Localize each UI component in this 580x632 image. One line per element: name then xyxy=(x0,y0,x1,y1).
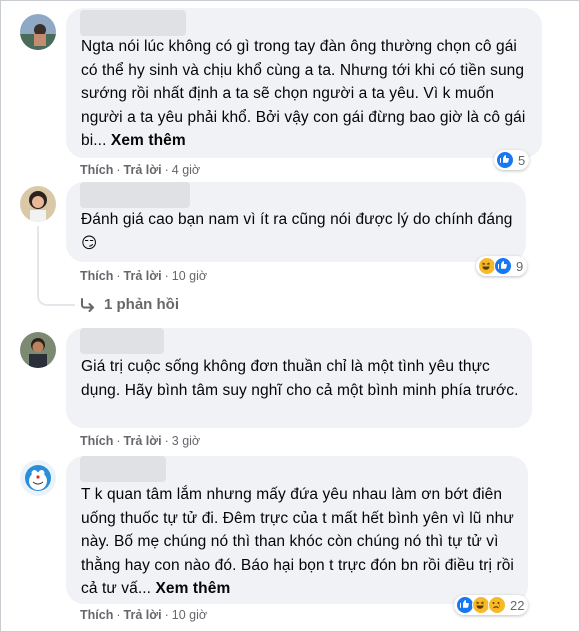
timestamp[interactable]: 4 giờ xyxy=(172,163,200,177)
comment-actions: Thích · Trả lời · 10 giờ xyxy=(80,269,208,283)
like-icon xyxy=(494,257,512,275)
author-name-hidden[interactable] xyxy=(80,456,166,482)
thread-line xyxy=(37,290,75,306)
comment-actions: Thích · Trả lời · 10 giờ xyxy=(80,608,208,622)
sad-icon xyxy=(488,596,506,614)
author-name-hidden[interactable] xyxy=(80,10,186,36)
comment-actions: Thích · Trả lời · 4 giờ xyxy=(80,163,201,177)
reaction-summary[interactable]: 22 xyxy=(454,595,529,615)
avatar[interactable] xyxy=(20,186,56,222)
timestamp[interactable]: 10 giờ xyxy=(172,608,207,622)
avatar[interactable] xyxy=(20,332,56,368)
reply-button[interactable]: Trả lời xyxy=(124,608,162,622)
like-icon xyxy=(496,151,514,169)
author-name-hidden[interactable] xyxy=(80,182,190,208)
avatar[interactable] xyxy=(20,460,56,496)
comment-text: T k quan tâm lắm nhưng mấy đứa yêu nhau … xyxy=(81,483,521,601)
timestamp[interactable]: 10 giờ xyxy=(172,269,207,283)
comment-body: Đánh giá cao bạn nam vì ít ra cũng nói đ… xyxy=(81,211,513,228)
reaction-count: 5 xyxy=(518,152,526,168)
like-button[interactable]: Thích xyxy=(80,269,113,283)
like-button[interactable]: Thích xyxy=(80,163,113,177)
reply-button[interactable]: Trả lời xyxy=(124,434,162,448)
see-more-link[interactable]: Xem thêm xyxy=(111,132,186,149)
like-button[interactable]: Thích xyxy=(80,608,113,622)
reply-button[interactable]: Trả lời xyxy=(124,269,162,283)
author-name-hidden[interactable] xyxy=(80,328,164,354)
reaction-count: 22 xyxy=(510,597,525,613)
comment-text: Giá trị cuộc sống không đơn thuần chỉ là… xyxy=(81,355,521,402)
reply-arrow-icon xyxy=(81,297,94,312)
view-replies-link[interactable]: 1 phản hồi xyxy=(80,296,179,313)
replies-count-label: 1 phản hồi xyxy=(104,296,179,313)
comment-body: T k quan tâm lắm nhưng mấy đứa yêu nhau … xyxy=(81,486,514,597)
reaction-summary[interactable]: 9 xyxy=(476,256,528,276)
comment-text: Đánh giá cao bạn nam vì ít ra cũng nói đ… xyxy=(81,208,521,255)
comment-text: Ngta nói lúc không có gì trong tay đàn ô… xyxy=(81,35,533,153)
avatar[interactable] xyxy=(20,14,56,50)
reaction-summary[interactable]: 5 xyxy=(494,150,530,170)
reaction-count: 9 xyxy=(516,258,524,274)
comment-actions: Thích · Trả lời · 3 giờ xyxy=(80,434,201,448)
like-button[interactable]: Thích xyxy=(80,434,113,448)
smirk-emoji: 😏 xyxy=(81,234,98,252)
timestamp[interactable]: 3 giờ xyxy=(172,434,200,448)
comment-body: Giá trị cuộc sống không đơn thuần chỉ là… xyxy=(81,358,519,399)
reply-button[interactable]: Trả lời xyxy=(124,163,162,177)
see-more-link[interactable]: Xem thêm xyxy=(155,580,230,597)
thread-line xyxy=(37,226,39,290)
